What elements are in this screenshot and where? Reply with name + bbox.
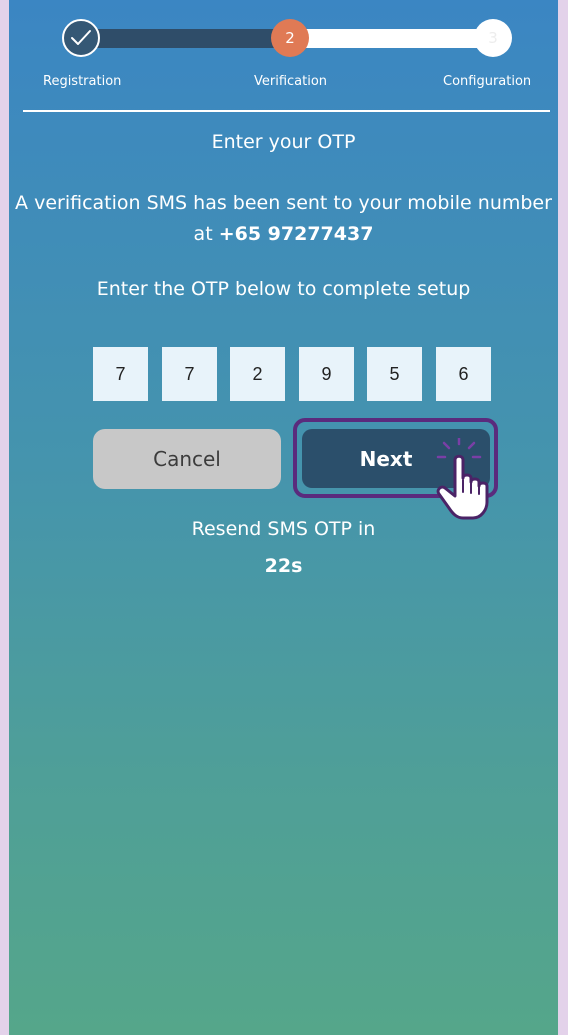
- step-registration-label: Registration: [43, 74, 122, 89]
- step-configuration-circle: 3: [474, 19, 512, 57]
- page-title: Enter your OTP: [211, 131, 356, 153]
- hand-pointer-icon: [436, 438, 489, 520]
- step-registration-circle: [62, 19, 100, 57]
- otp-digit-input[interactable]: 2: [230, 347, 285, 401]
- step-verification-label: Verification: [254, 74, 328, 89]
- otp-digit-input[interactable]: 6: [436, 347, 491, 401]
- step-verification-circle: 2: [271, 19, 309, 57]
- stepper-track-completed: [79, 29, 296, 48]
- otp-digit-input[interactable]: 7: [93, 347, 148, 401]
- otp-digit-input[interactable]: 7: [162, 347, 217, 401]
- otp-digit-input[interactable]: 9: [299, 347, 354, 401]
- stepper-track-pending: [291, 29, 497, 48]
- step-configuration-label: Configuration: [443, 74, 532, 89]
- otp-verification-screen: 2 3 Registration Verification Configurat…: [9, 0, 558, 1035]
- checkmark-icon: [71, 30, 91, 45]
- otp-instruction: Enter the OTP below to complete setup: [96, 278, 471, 300]
- otp-digit-input[interactable]: 5: [367, 347, 422, 401]
- device-frame: 2 3 Registration Verification Configurat…: [0, 0, 568, 1035]
- resend-countdown: 22s: [264, 555, 303, 577]
- progress-stepper: 2 3 Registration Verification Configurat…: [9, 0, 558, 110]
- resend-otp-label: Resend SMS OTP in: [191, 518, 376, 540]
- header-divider: [23, 110, 550, 112]
- phone-number: +65 97277437: [218, 223, 374, 245]
- sms-sent-message: A verification SMS has been sent to your…: [9, 188, 558, 250]
- cancel-button[interactable]: Cancel: [93, 429, 281, 489]
